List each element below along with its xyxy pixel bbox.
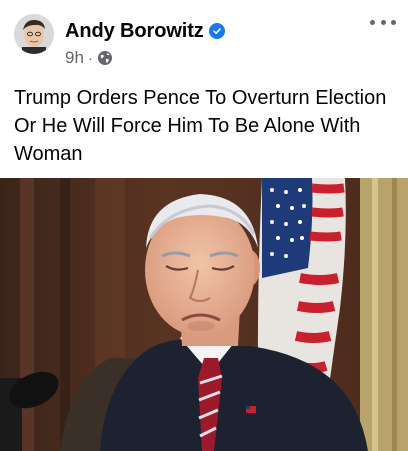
author-avatar[interactable] [14, 14, 54, 54]
more-dot [380, 19, 386, 25]
more-options-icon[interactable] [370, 12, 396, 32]
post-timestamp[interactable]: 9h [65, 48, 84, 68]
author-name[interactable]: Andy Borowitz [65, 20, 204, 43]
photo-illustration [0, 178, 408, 451]
author-row: Andy Borowitz [65, 18, 225, 44]
meta-separator: · [87, 49, 93, 67]
avatar-portrait [14, 14, 54, 54]
more-dot [391, 19, 396, 25]
post-meta: 9h · [65, 48, 113, 68]
post-photo[interactable] [0, 178, 408, 451]
facebook-post: Andy Borowitz 9h · Trump Orders Pence To… [0, 0, 408, 451]
more-dot [370, 19, 375, 25]
post-text: Trump Orders Pence To Overturn Election … [14, 87, 387, 165]
globe-icon[interactable] [97, 50, 113, 66]
verified-badge-icon [208, 23, 225, 39]
